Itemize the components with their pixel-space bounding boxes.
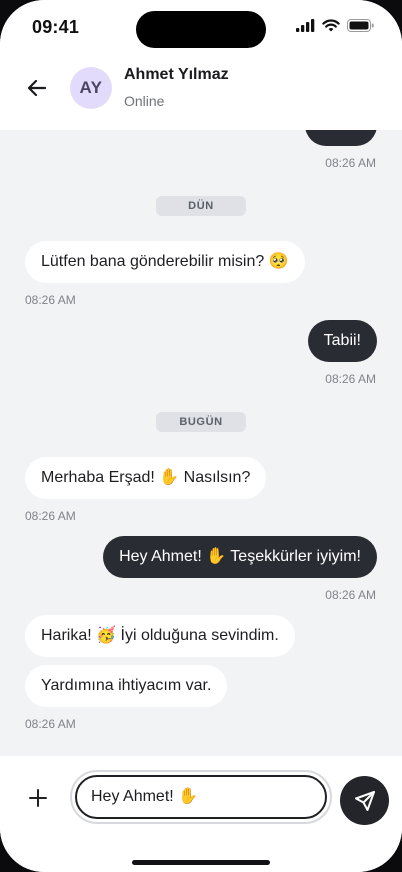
- signal-icon: [296, 19, 315, 32]
- arrow-left-icon: [27, 79, 47, 97]
- message-input-focus-ring: Hey Ahmet! ✋: [70, 770, 332, 824]
- status-bar: 09:41: [0, 0, 402, 54]
- chat-header: AY Ahmet Yılmaz Online: [0, 54, 402, 130]
- date-divider-yesterday: DÜN: [156, 196, 246, 216]
- message-bubble-incoming[interactable]: Harika! 🥳 İyi olduğuna sevindim.: [25, 615, 295, 657]
- contact-status: Online: [124, 93, 165, 109]
- message-input[interactable]: Hey Ahmet! ✋: [75, 775, 327, 819]
- message-bubble-outgoing[interactable]: [305, 130, 377, 146]
- send-button[interactable]: [340, 776, 389, 825]
- send-icon: [354, 790, 375, 811]
- contact-name: Ahmet Yılmaz: [124, 66, 229, 83]
- plus-icon: [29, 789, 47, 807]
- dynamic-island: [136, 11, 266, 48]
- add-attachment-button[interactable]: [26, 786, 50, 810]
- message-composer: Hey Ahmet! ✋: [0, 756, 402, 872]
- message-bubble-outgoing[interactable]: Tabii!: [307, 320, 377, 362]
- status-icons: [296, 19, 374, 32]
- message-input-value: Hey Ahmet! ✋: [91, 788, 199, 805]
- status-time: 09:41: [32, 17, 80, 37]
- message-list[interactable]: 08:26 AM DÜN Lütfen bana gönderebilir mi…: [0, 130, 402, 756]
- battery-icon: [347, 19, 374, 32]
- phone-screen: 09:41 AY Ahmet Yılmaz Online 08:26 AM DÜ…: [0, 0, 402, 872]
- message-timestamp: 08:26 AM: [25, 293, 76, 307]
- message-bubble-incoming[interactable]: Merhaba Erşad! ✋ Nasılsın?: [25, 457, 267, 499]
- message-timestamp: 08:26 AM: [25, 509, 76, 523]
- message-bubble-incoming[interactable]: Yardımına ihtiyacım var.: [25, 665, 228, 707]
- avatar[interactable]: AY: [70, 67, 112, 109]
- message-timestamp: 08:26 AM: [325, 372, 376, 386]
- message-timestamp: 08:26 AM: [25, 717, 76, 731]
- message-bubble-outgoing[interactable]: Hey Ahmet! ✋ Teşekkürler iyiyim!: [103, 536, 377, 578]
- message-timestamp: 08:26 AM: [325, 588, 376, 602]
- message-timestamp: 08:26 AM: [325, 156, 376, 170]
- wifi-icon: [322, 19, 340, 32]
- home-indicator: [132, 860, 270, 865]
- message-bubble-incoming[interactable]: Lütfen bana gönderebilir misin? 🥺: [25, 241, 305, 283]
- date-divider-today: BUGÜN: [156, 412, 246, 432]
- back-button[interactable]: [24, 76, 52, 100]
